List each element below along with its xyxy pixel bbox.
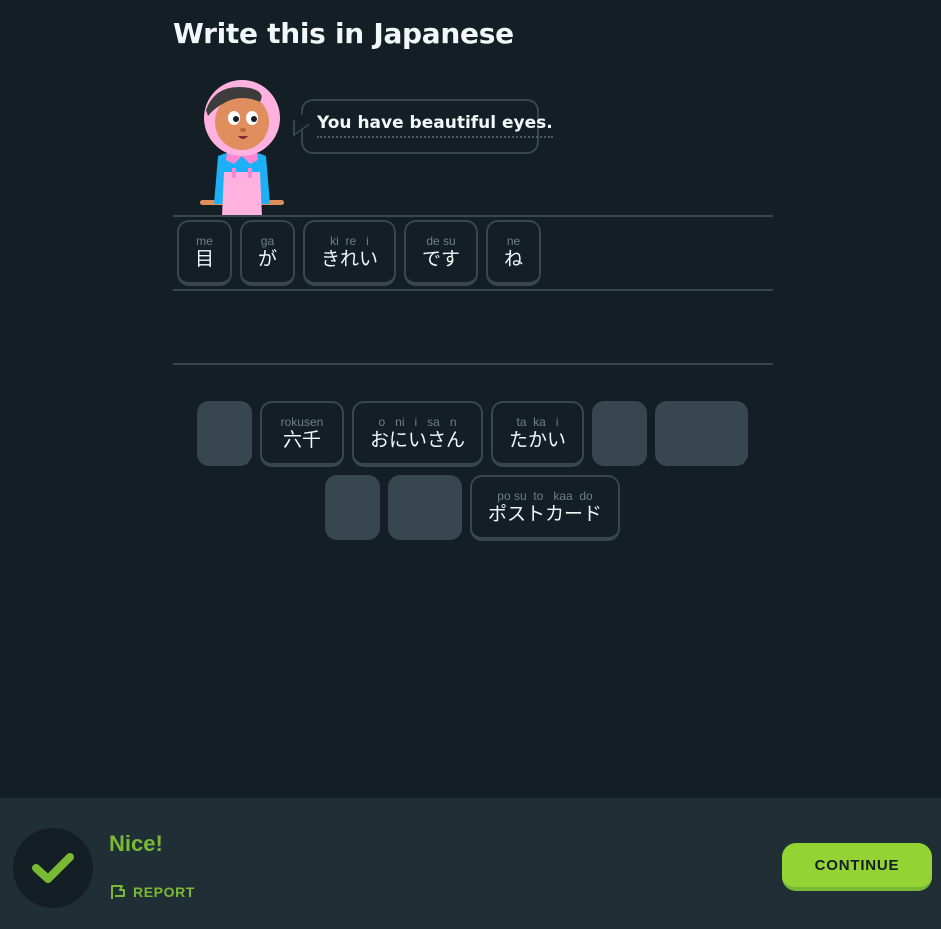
used-tile-placeholder xyxy=(655,401,748,466)
feedback-message: Nice! xyxy=(109,831,163,856)
character-illustration xyxy=(196,76,288,216)
tile-kana: ね xyxy=(503,248,523,270)
tile-kana: おにいさん xyxy=(369,429,465,451)
answer-tile[interactable]: ne ね xyxy=(486,220,541,286)
lesson-page: Write this in Japanese You have beautifu… xyxy=(0,0,941,929)
success-badge xyxy=(13,828,93,908)
tile-romaji: rokusen xyxy=(280,415,324,429)
answer-tiles: me 目 ga が ki re i きれい de su です ne ね xyxy=(177,220,541,286)
used-tile-placeholder xyxy=(197,401,252,466)
word-bank-tile[interactable]: rokusen 六千 xyxy=(260,401,344,467)
prompt-sentence[interactable]: You have beautiful eyes. xyxy=(317,113,553,138)
tile-kana: です xyxy=(421,248,460,270)
tile-romaji: ta ka i xyxy=(516,415,559,429)
used-tile-placeholder xyxy=(388,475,462,540)
tile-kana: きれい xyxy=(320,248,378,270)
tile-kana: 六千 xyxy=(282,429,321,451)
word-bank-tile[interactable]: po su to kaa do ポストカード xyxy=(470,475,620,541)
tile-romaji: po su to kaa do xyxy=(497,489,593,503)
answer-tile[interactable]: ki re i きれい xyxy=(303,220,396,286)
continue-button[interactable]: CONTINUE xyxy=(782,843,932,891)
answer-tile[interactable]: me 目 xyxy=(177,220,232,286)
answer-tile[interactable]: de su です xyxy=(404,220,478,286)
used-tile-placeholder xyxy=(325,475,380,540)
answer-top-line xyxy=(173,215,773,217)
tile-kana: たかい xyxy=(508,429,566,451)
word-bank-row-2: po su to kaa do ポストカード xyxy=(325,475,620,541)
tile-kana: が xyxy=(257,248,277,270)
tile-romaji: me xyxy=(196,234,213,248)
page-title: Write this in Japanese xyxy=(173,16,514,50)
tile-romaji: o ni i sa n xyxy=(378,415,457,429)
report-button[interactable]: REPORT xyxy=(109,883,195,901)
speech-bubble: You have beautiful eyes. xyxy=(301,99,553,154)
tile-romaji: ga xyxy=(260,234,275,248)
word-bank-tile[interactable]: ta ka i たかい xyxy=(491,401,584,467)
tile-romaji: de su xyxy=(426,234,456,248)
checkmark-icon xyxy=(32,853,74,883)
tile-kana: ポストカード xyxy=(487,503,602,525)
answer-bottom-line xyxy=(173,363,773,365)
answer-tile[interactable]: ga が xyxy=(240,220,295,286)
feedback-footer: Nice! REPORT CONTINUE xyxy=(0,798,941,929)
speech-bubble-tail xyxy=(293,109,309,136)
word-bank-row-1: rokusen 六千 o ni i sa n おにいさん ta ka i たかい xyxy=(197,401,748,467)
tile-romaji: ne xyxy=(506,234,521,248)
used-tile-placeholder xyxy=(592,401,647,466)
word-bank-tile[interactable]: o ni i sa n おにいさん xyxy=(352,401,483,467)
answer-middle-line xyxy=(173,289,773,291)
flag-icon xyxy=(111,885,125,899)
tile-kana: 目 xyxy=(194,248,214,270)
tile-romaji: ki re i xyxy=(330,234,369,248)
report-label: REPORT xyxy=(133,884,195,900)
